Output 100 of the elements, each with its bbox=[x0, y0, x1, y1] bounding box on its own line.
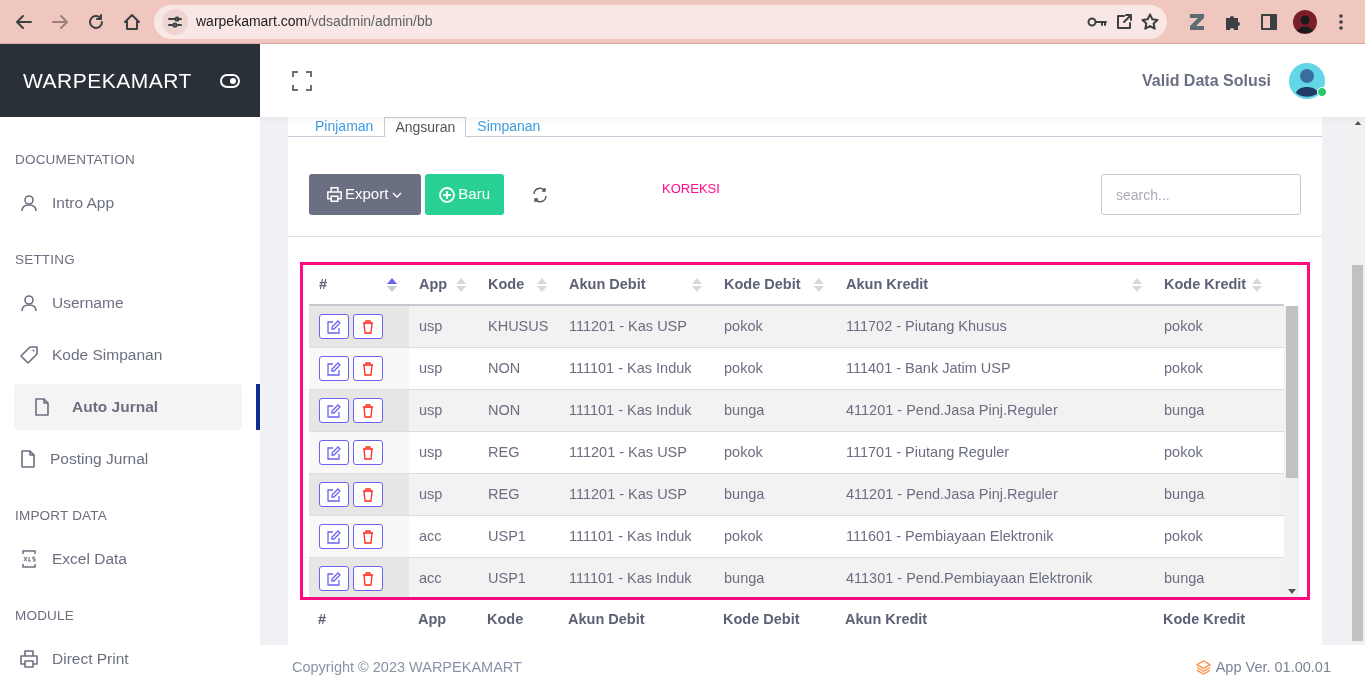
delete-button[interactable] bbox=[353, 314, 383, 339]
table-cell-text: 411201 - Pend.Jasa Pinj.Reguler bbox=[845, 400, 1059, 420]
table-cell-text: 111601 - Pembiayaan Elektronik bbox=[845, 526, 1055, 546]
sidebar-item[interactable]: Intro App bbox=[14, 180, 242, 226]
note-text: KOREKSI bbox=[662, 180, 720, 198]
table-cell-text: KHUSUS bbox=[487, 316, 550, 336]
sidebar-item[interactable]: Direct Print bbox=[14, 636, 242, 682]
scrollbar[interactable] bbox=[1284, 306, 1299, 597]
column-header[interactable]: Kode Kredit bbox=[1164, 273, 1247, 296]
table-cell-text: 111101 - Kas Induk bbox=[568, 358, 693, 378]
toggle-icon[interactable] bbox=[220, 74, 240, 89]
edit-icon bbox=[327, 403, 341, 418]
edit-button[interactable] bbox=[319, 566, 349, 591]
delete-button[interactable] bbox=[353, 566, 383, 591]
tag-icon bbox=[20, 346, 38, 364]
edit-icon bbox=[327, 445, 341, 460]
edit-button[interactable] bbox=[319, 356, 349, 381]
plus-circle-icon bbox=[439, 186, 456, 203]
active-indicator bbox=[256, 384, 260, 430]
trash-icon bbox=[362, 403, 374, 418]
table-cell-text: pokok bbox=[723, 526, 764, 546]
user-icon bbox=[20, 294, 38, 312]
sidebar-item[interactable]: Posting Jurnal bbox=[14, 436, 242, 482]
table-cell-text: usp bbox=[418, 358, 444, 378]
table-cell-text: pokok bbox=[723, 316, 764, 336]
table-cell-text: 111701 - Piutang Reguler bbox=[845, 442, 1011, 462]
copyright-text: Copyright © 2023 WARPEKAMART bbox=[292, 657, 522, 677]
column-header[interactable]: # bbox=[319, 273, 328, 296]
fullscreen-icon[interactable] bbox=[292, 71, 312, 92]
address-bar[interactable]: warpekamart.com/vdsadmin/admin/bb bbox=[154, 4, 1167, 39]
column-footer: Akun Debit bbox=[558, 600, 713, 639]
search-field[interactable]: search... bbox=[1101, 174, 1301, 215]
sidebar-item[interactable]: Kode Simpanan bbox=[14, 332, 242, 378]
column-header[interactable]: Akun Debit bbox=[569, 273, 646, 296]
user-name: Valid Data Solusi bbox=[1142, 70, 1271, 91]
trash-icon bbox=[362, 319, 374, 334]
column-header[interactable]: Kode Debit bbox=[724, 273, 801, 296]
edit-icon bbox=[327, 487, 341, 502]
table-cell-text: NON bbox=[487, 400, 522, 420]
delete-button[interactable] bbox=[353, 398, 383, 423]
delete-button[interactable] bbox=[353, 356, 383, 381]
column-footer: Kode Debit bbox=[713, 600, 835, 639]
column-header[interactable]: App bbox=[419, 273, 448, 296]
printer-icon bbox=[20, 650, 38, 668]
column-footer: Kode Kredit bbox=[1153, 600, 1273, 639]
table-cell-text: usp bbox=[418, 484, 444, 504]
scroll-up-icon[interactable] bbox=[1353, 121, 1362, 126]
scrollbar-thumb[interactable] bbox=[1352, 265, 1363, 641]
avatar-icon[interactable] bbox=[1289, 62, 1325, 99]
table-cell-text: NON bbox=[487, 358, 522, 378]
share-icon[interactable] bbox=[1115, 12, 1133, 31]
edit-button[interactable] bbox=[319, 440, 349, 465]
sidebar-item[interactable]: Excel Data bbox=[14, 536, 242, 582]
file-icon bbox=[20, 450, 36, 468]
site-settings-button[interactable] bbox=[162, 8, 188, 35]
table-cell-text: pokok bbox=[1163, 358, 1204, 378]
delete-button[interactable] bbox=[353, 482, 383, 507]
scroll-down-icon[interactable] bbox=[1287, 589, 1296, 594]
table-cell-text: pokok bbox=[723, 442, 764, 462]
page-scrollbar[interactable] bbox=[1350, 117, 1365, 645]
trash-icon bbox=[362, 529, 374, 544]
export-button[interactable]: Export bbox=[309, 174, 422, 215]
delete-button[interactable] bbox=[353, 440, 383, 465]
edit-icon bbox=[327, 571, 341, 586]
column-footer: # bbox=[308, 600, 408, 639]
section-heading: DOCUMENTATION bbox=[14, 151, 136, 169]
column-footer: App bbox=[408, 600, 477, 639]
tab[interactable]: Pinjaman bbox=[304, 117, 385, 136]
table-cell-text: pokok bbox=[1163, 316, 1204, 336]
profile-avatar-icon bbox=[1293, 9, 1317, 34]
edit-button[interactable] bbox=[319, 524, 349, 549]
tab[interactable]: Angsuran bbox=[384, 117, 467, 137]
edit-button[interactable] bbox=[319, 398, 349, 423]
caret-icon bbox=[391, 190, 404, 199]
trash-icon bbox=[362, 361, 374, 376]
star-icon[interactable] bbox=[1141, 12, 1159, 31]
kebab-menu-icon bbox=[1339, 13, 1343, 30]
table-cell-text: 111702 - Piutang Khusus bbox=[845, 316, 1008, 336]
table-cell-text: pokok bbox=[1163, 442, 1204, 462]
table-cell-text: pokok bbox=[723, 358, 764, 378]
table-cell-text: usp bbox=[418, 442, 444, 462]
sidebar-item[interactable]: Username bbox=[14, 280, 242, 326]
table-cell-text: bunga bbox=[723, 568, 766, 588]
column-header[interactable]: Akun Kredit bbox=[846, 273, 929, 296]
table-cell-text: USP1 bbox=[487, 568, 527, 588]
scrollbar-thumb[interactable] bbox=[1285, 305, 1298, 478]
edit-button[interactable] bbox=[319, 314, 349, 339]
table-cell-text: bunga bbox=[1163, 484, 1206, 504]
sliders-icon bbox=[168, 14, 182, 29]
layers-icon bbox=[1195, 660, 1211, 675]
table-cell-text: REG bbox=[487, 442, 521, 462]
tab[interactable]: Simpanan bbox=[466, 117, 552, 136]
edit-icon bbox=[327, 319, 341, 334]
trash-icon bbox=[362, 571, 374, 586]
section-heading: IMPORT DATA bbox=[14, 507, 108, 525]
brand-title: WARPEKAMART bbox=[23, 67, 192, 94]
delete-button[interactable] bbox=[353, 524, 383, 549]
column-header[interactable]: Kode bbox=[488, 273, 525, 296]
edit-button[interactable] bbox=[319, 482, 349, 507]
edit-icon bbox=[327, 529, 341, 544]
